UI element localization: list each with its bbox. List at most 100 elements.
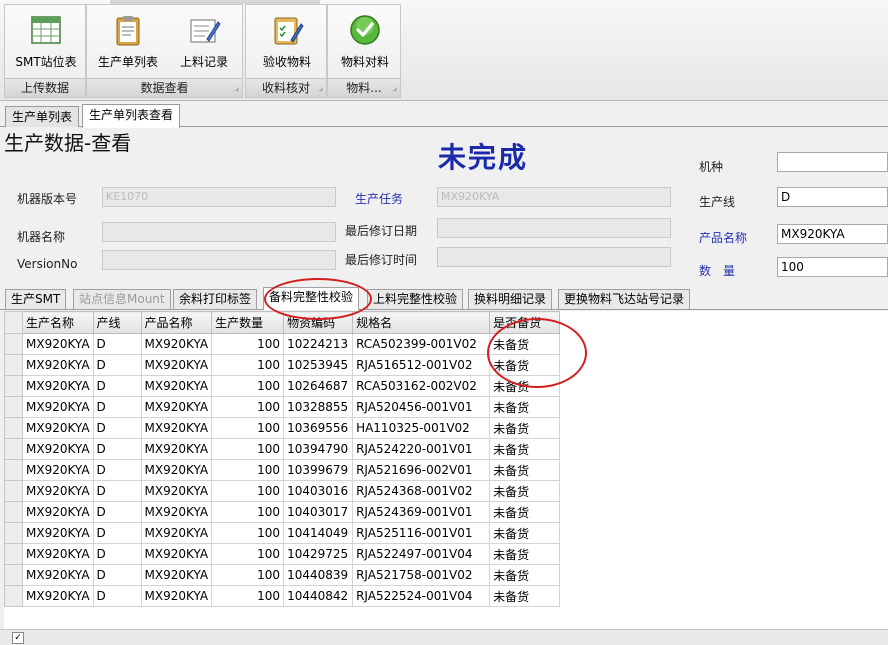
feeding-record-button[interactable]: 上料记录 (171, 9, 237, 79)
column-header[interactable]: 产品名称 (140, 311, 213, 334)
table-cell[interactable]: D (92, 417, 142, 439)
table-cell[interactable]: MX920KYA (140, 564, 213, 586)
table-cell[interactable]: 100 (211, 459, 285, 481)
tab-production-order-view[interactable]: 生产单列表查看 (82, 104, 181, 128)
tab-load-completeness-check[interactable]: 上料完整性校验 (367, 289, 464, 309)
smt-station-table-button[interactable]: SMT站位表 (9, 9, 83, 79)
table-cell[interactable]: 未备货 (489, 543, 561, 565)
group-launcher-icon[interactable]: ⌟ (319, 79, 323, 97)
table-cell[interactable]: MX920KYA (140, 459, 213, 481)
version-no-field[interactable] (102, 250, 336, 270)
table-cell[interactable]: RCA502399-001V02 (352, 333, 491, 355)
group-launcher-icon[interactable]: ⌟ (235, 79, 239, 97)
production-line-field[interactable]: D (777, 187, 888, 207)
table-cell[interactable]: MX920KYA (140, 543, 213, 565)
machine-name-field[interactable] (102, 222, 336, 242)
table-cell[interactable]: MX920KYA (140, 417, 213, 439)
table-cell[interactable]: MX920KYA (140, 480, 213, 502)
table-cell[interactable]: D (92, 375, 142, 397)
column-header[interactable]: 产线 (92, 311, 142, 334)
table-cell[interactable]: MX920KYA (22, 585, 94, 607)
model-type-field[interactable] (777, 152, 888, 172)
tab-station-info-mount[interactable]: 站点信息Mount (73, 289, 171, 309)
table-cell[interactable]: 10369556 (283, 417, 354, 439)
table-cell[interactable]: 100 (211, 480, 285, 502)
column-header[interactable]: 物资编码 (283, 311, 354, 334)
table-cell[interactable]: 未备货 (489, 354, 561, 376)
last-revision-time-field[interactable] (437, 247, 671, 267)
table-cell[interactable]: 未备货 (489, 564, 561, 586)
table-cell[interactable]: 100 (211, 417, 285, 439)
row-selector[interactable] (4, 417, 23, 439)
row-selector[interactable] (4, 459, 23, 481)
table-cell[interactable]: MX920KYA (22, 396, 94, 418)
table-row[interactable]: MX920KYA D MX920KYA 100 10328855 RJA520456-00… (4, 396, 561, 418)
table-cell[interactable]: 10429725 (283, 543, 354, 565)
table-cell[interactable]: MX920KYA (140, 438, 213, 460)
table-cell[interactable]: D (92, 501, 142, 523)
table-cell[interactable]: MX920KYA (140, 585, 213, 607)
column-header[interactable]: 是否备货 (489, 311, 561, 334)
table-cell[interactable]: 未备货 (489, 501, 561, 523)
table-cell[interactable]: RJA521696-002V01 (352, 459, 491, 481)
table-row[interactable]: MX920KYA D MX920KYA 100 10440842 RJA522524-00… (4, 585, 561, 607)
table-cell[interactable]: MX920KYA (22, 480, 94, 502)
table-cell[interactable]: 10264687 (283, 375, 354, 397)
table-cell[interactable]: RJA522497-001V04 (352, 543, 491, 565)
table-cell[interactable]: 10440839 (283, 564, 354, 586)
table-row[interactable]: MX920KYA D MX920KYA 100 10399679 RJA521696-00… (4, 459, 561, 481)
column-header[interactable]: 规格名 (352, 311, 491, 334)
column-header[interactable]: 生产名称 (22, 311, 94, 334)
table-cell[interactable]: D (92, 438, 142, 460)
last-revision-date-field[interactable] (437, 218, 671, 238)
table-cell[interactable]: 100 (211, 564, 285, 586)
table-row[interactable]: MX920KYA D MX920KYA 100 10224213 RCA502399-00… (4, 333, 561, 355)
table-cell[interactable]: RJA524369-001V01 (352, 501, 491, 523)
row-selector[interactable] (4, 585, 23, 607)
table-cell[interactable]: D (92, 480, 142, 502)
table-cell[interactable]: D (92, 354, 142, 376)
table-cell[interactable]: 10328855 (283, 396, 354, 418)
table-row[interactable]: MX920KYA D MX920KYA 100 10414049 RJA525116-00… (4, 522, 561, 544)
table-cell[interactable]: MX920KYA (140, 522, 213, 544)
table-cell[interactable]: D (92, 333, 142, 355)
production-task-field[interactable]: MX920KYA (437, 187, 671, 207)
table-cell[interactable]: 10224213 (283, 333, 354, 355)
table-cell[interactable]: MX920KYA (22, 543, 94, 565)
table-row[interactable]: MX920KYA D MX920KYA 100 10440839 RJA521758-00… (4, 564, 561, 586)
tab-prep-completeness-check[interactable]: 备料完整性校验 (263, 287, 360, 310)
table-cell[interactable]: 10403017 (283, 501, 354, 523)
table-cell[interactable]: MX920KYA (22, 438, 94, 460)
table-cell[interactable]: 100 (211, 333, 285, 355)
table-cell[interactable]: 100 (211, 438, 285, 460)
table-cell[interactable]: MX920KYA (140, 396, 213, 418)
row-selector[interactable] (4, 333, 23, 355)
table-cell[interactable]: RJA516512-001V02 (352, 354, 491, 376)
tab-feeder-station-change-record[interactable]: 更换物料飞达站号记录 (558, 289, 691, 309)
quantity-field[interactable]: 100 (777, 257, 888, 277)
table-cell[interactable]: HA110325-001V02 (352, 417, 491, 439)
table-cell[interactable]: RJA520456-001V01 (352, 396, 491, 418)
table-row[interactable]: MX920KYA D MX920KYA 100 10394790 RJA524220-00… (4, 438, 561, 460)
table-cell[interactable]: D (92, 543, 142, 565)
row-selector[interactable] (4, 354, 23, 376)
table-cell[interactable]: D (92, 522, 142, 544)
row-selector[interactable] (4, 438, 23, 460)
material-match-button[interactable]: 物料对料 (330, 9, 400, 79)
row-selector[interactable] (4, 396, 23, 418)
table-cell[interactable]: MX920KYA (22, 522, 94, 544)
table-cell[interactable]: RCA503162-002V02 (352, 375, 491, 397)
table-cell[interactable]: RJA522524-001V04 (352, 585, 491, 607)
table-cell[interactable]: 10414049 (283, 522, 354, 544)
table-cell[interactable]: RJA525116-001V01 (352, 522, 491, 544)
table-cell[interactable]: D (92, 396, 142, 418)
table-cell[interactable]: MX920KYA (22, 375, 94, 397)
column-header[interactable]: 生产数量 (211, 311, 285, 334)
table-cell[interactable]: 100 (211, 543, 285, 565)
table-cell[interactable]: RJA524220-001V01 (352, 438, 491, 460)
tab-leftover-print-label[interactable]: 余料打印标签 (173, 289, 258, 309)
table-cell[interactable]: D (92, 585, 142, 607)
table-cell[interactable]: MX920KYA (22, 564, 94, 586)
table-cell[interactable]: 未备货 (489, 585, 561, 607)
table-cell[interactable]: D (92, 459, 142, 481)
